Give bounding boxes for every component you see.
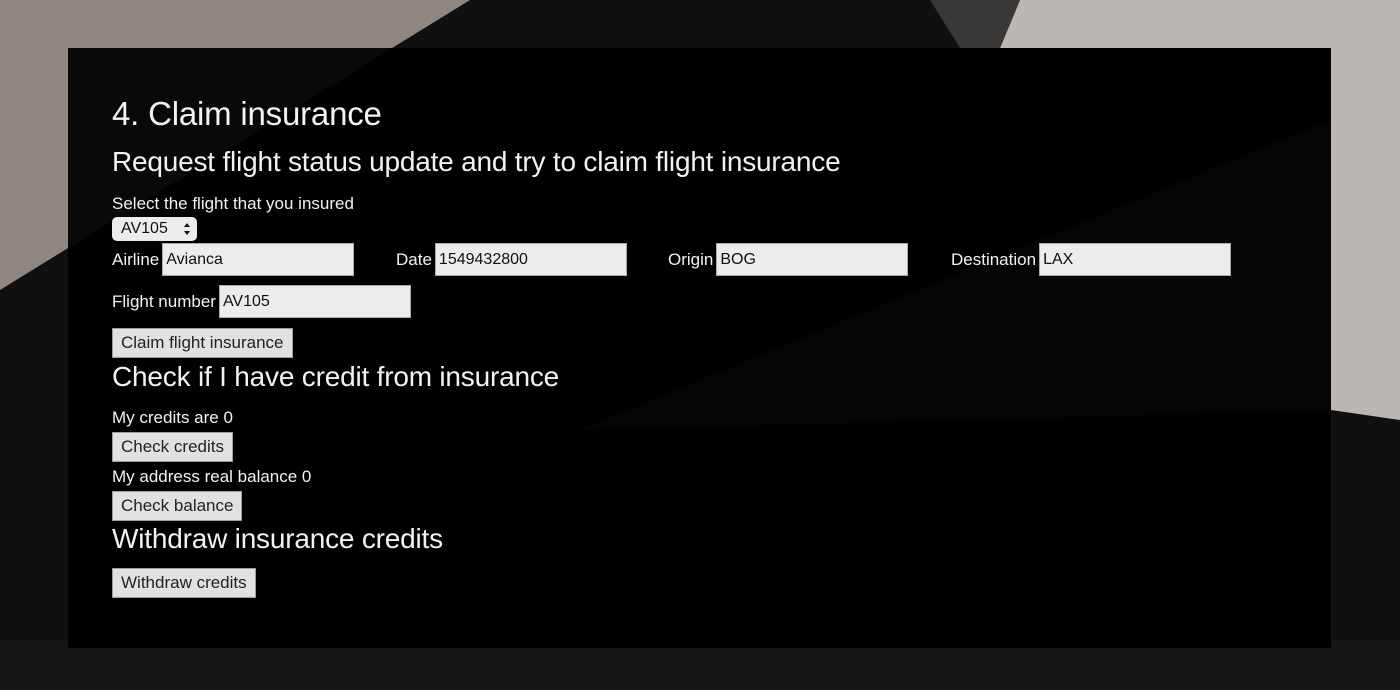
origin-input[interactable] — [716, 243, 909, 276]
origin-field: Origin — [668, 243, 909, 276]
airline-field: Airline — [112, 243, 355, 276]
select-arrows-icon — [184, 223, 190, 235]
check-credits-button[interactable]: Check credits — [112, 432, 233, 462]
main-panel: 4. Claim insurance Request flight status… — [68, 48, 1331, 648]
claim-section-heading: Request flight status update and try to … — [112, 146, 841, 177]
check-balance-button[interactable]: Check balance — [112, 491, 243, 521]
withdraw-credits-button[interactable]: Withdraw credits — [112, 568, 256, 598]
flight-number-input[interactable] — [218, 285, 411, 318]
date-label: Date — [396, 249, 432, 269]
airline-input[interactable] — [162, 243, 355, 276]
flight-number-field: Flight number — [112, 285, 411, 318]
date-input[interactable] — [434, 243, 627, 276]
origin-label: Origin — [668, 249, 714, 269]
select-flight-label: Select the flight that you insured — [112, 194, 354, 213]
credits-section-heading: Check if I have credit from insurance — [112, 361, 560, 392]
date-field: Date — [396, 243, 627, 276]
withdraw-section-heading: Withdraw insurance credits — [112, 523, 443, 554]
flight-select-value: AV105 — [121, 220, 168, 237]
destination-field: Destination — [951, 243, 1232, 276]
airline-label: Airline — [112, 249, 160, 269]
balance-text: My address real balance 0 — [112, 467, 312, 486]
destination-label: Destination — [951, 249, 1037, 269]
flight-number-label: Flight number — [112, 291, 216, 311]
credits-text: My credits are 0 — [112, 408, 233, 427]
claim-insurance-button[interactable]: Claim flight insurance — [112, 328, 293, 358]
flight-select[interactable]: AV105 — [112, 217, 197, 241]
destination-input[interactable] — [1039, 243, 1232, 276]
page-title: 4. Claim insurance — [112, 95, 382, 132]
